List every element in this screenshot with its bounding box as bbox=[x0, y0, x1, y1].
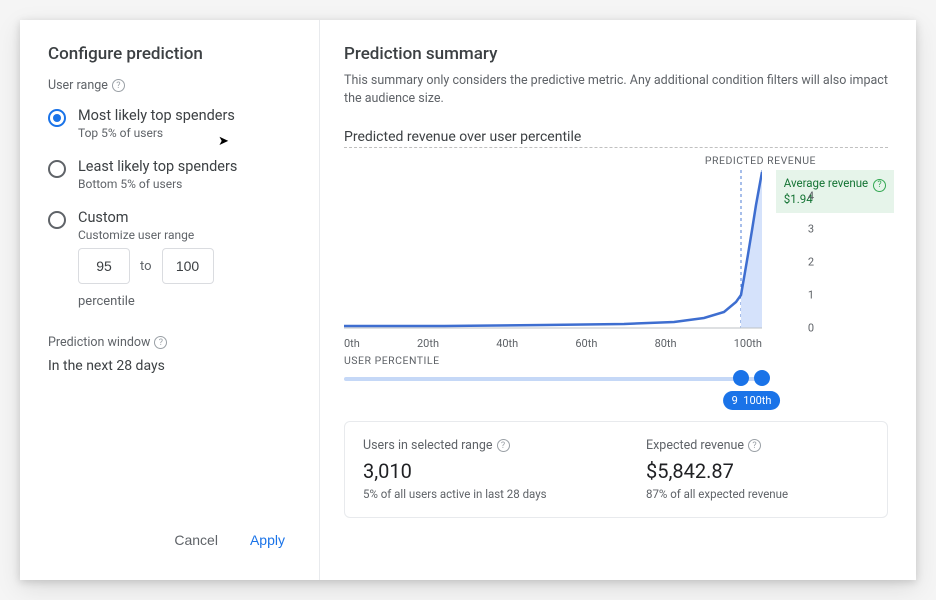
cancel-button[interactable]: Cancel bbox=[164, 524, 228, 556]
percentile-from-input[interactable] bbox=[78, 248, 130, 284]
percentile-to-input[interactable] bbox=[162, 248, 214, 284]
summary-pane: Prediction summary This summary only con… bbox=[320, 20, 916, 580]
radio-most-likely[interactable]: Most likely top spenders Top 5% of users bbox=[48, 107, 295, 140]
help-icon[interactable]: ? bbox=[154, 336, 167, 349]
slider-track bbox=[344, 377, 762, 381]
custom-range-inputs: to bbox=[78, 248, 295, 284]
user-range-label: User range ? bbox=[48, 78, 295, 93]
dialog-actions: Cancel Apply bbox=[48, 524, 295, 556]
radio-input[interactable] bbox=[48, 109, 66, 127]
percentile-label: percentile bbox=[78, 294, 295, 309]
chart-title: Predicted revenue over user percentile bbox=[344, 129, 888, 148]
prediction-window-value: In the next 28 days bbox=[48, 358, 295, 374]
radio-input[interactable] bbox=[48, 160, 66, 178]
help-icon[interactable]: ? bbox=[497, 439, 510, 452]
prediction-dialog: Configure prediction User range ? Most l… bbox=[20, 20, 916, 580]
percentile-slider[interactable]: 9 100th bbox=[344, 371, 762, 417]
help-icon[interactable]: ? bbox=[873, 179, 886, 192]
radio-custom[interactable]: Custom Customize user range bbox=[48, 209, 295, 242]
chart-svg bbox=[344, 170, 762, 330]
x-axis-label: USER PERCENTILE bbox=[344, 354, 888, 367]
radio-least-likely[interactable]: Least likely top spenders Bottom 5% of u… bbox=[48, 158, 295, 191]
configure-title: Configure prediction bbox=[48, 44, 295, 64]
stat-users: Users in selected range ? 3,010 5% of al… bbox=[363, 438, 586, 501]
apply-button[interactable]: Apply bbox=[240, 524, 295, 556]
average-revenue-badge: Average revenue ? $1.94 bbox=[776, 170, 894, 213]
prediction-window-label: Prediction window ? bbox=[48, 335, 295, 350]
slider-handle-from[interactable] bbox=[733, 370, 749, 386]
stats-box: Users in selected range ? 3,010 5% of al… bbox=[344, 421, 888, 518]
help-icon[interactable]: ? bbox=[748, 439, 761, 452]
summary-title: Prediction summary bbox=[344, 44, 888, 64]
to-label: to bbox=[140, 259, 152, 274]
slider-range-label: 9 100th bbox=[723, 391, 781, 410]
summary-desc: This summary only considers the predicti… bbox=[344, 72, 888, 107]
x-ticks: 0th 20th 40th 60th 80th 100th bbox=[344, 337, 762, 350]
configure-pane: Configure prediction User range ? Most l… bbox=[20, 20, 320, 580]
radio-input[interactable] bbox=[48, 211, 66, 229]
stat-revenue: Expected revenue ? $5,842.87 87% of all … bbox=[646, 438, 869, 501]
chart: PREDICTED REVENUE Average revenue ? $1.9… bbox=[344, 156, 888, 346]
y-axis-label: PREDICTED REVENUE bbox=[705, 154, 816, 167]
help-icon[interactable]: ? bbox=[112, 79, 125, 92]
slider-handle-to[interactable] bbox=[754, 370, 770, 386]
